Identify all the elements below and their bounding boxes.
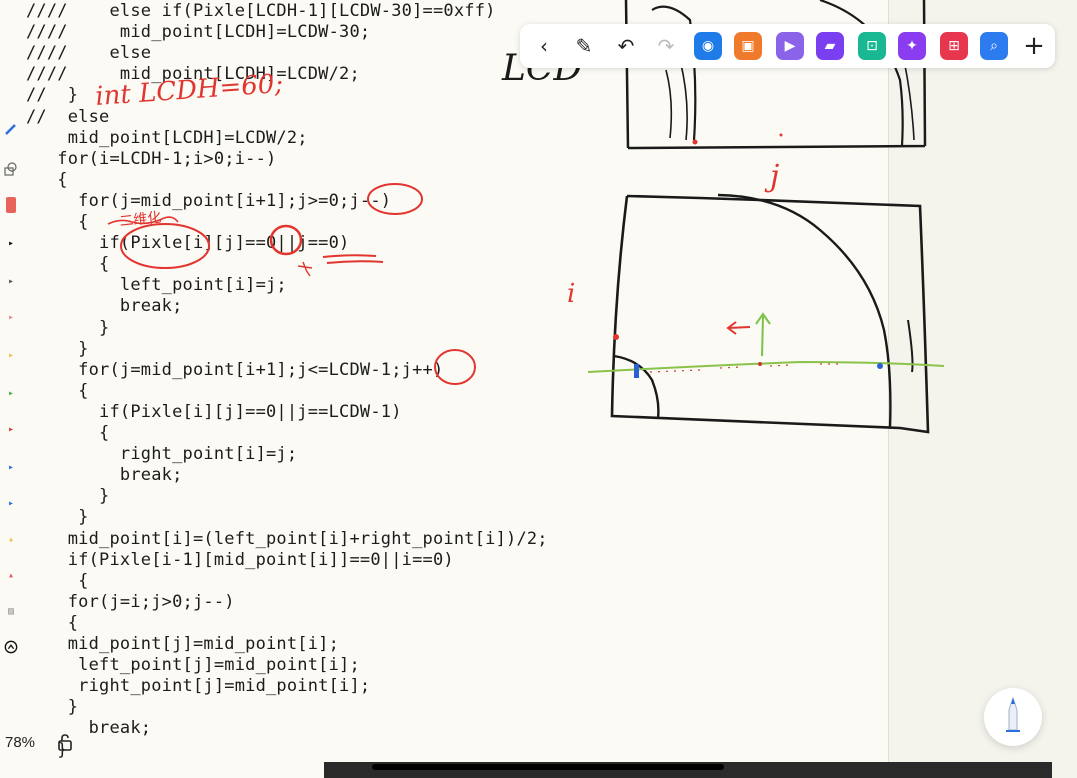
search-icon[interactable]: ⌕ — [980, 32, 1008, 60]
chinese-note: 二维化 — [119, 210, 162, 230]
green-pen-icon[interactable]: ▸ — [4, 386, 18, 400]
handwriting-layer: int LCDH=60; LCD 二维化 j i — [94, 0, 945, 434]
redo-icon[interactable]: ↷ — [652, 32, 680, 60]
lock-icon[interactable] — [56, 733, 74, 751]
yellow-pen-icon[interactable]: ▸ — [4, 348, 18, 362]
image-icon[interactable]: ▣ — [734, 32, 762, 60]
add-icon[interactable]: + — [1020, 31, 1048, 61]
folder-icon[interactable]: ▰ — [816, 32, 844, 60]
grid-icon[interactable]: ⊞ — [940, 32, 968, 60]
circle-zero — [269, 224, 303, 256]
note-canvas[interactable]: //// else if(Pixle[LCDH-1][LCDW-30]==0xf… — [0, 0, 1077, 778]
magic-icon[interactable]: ✦ — [898, 32, 926, 60]
pen-tool-icon[interactable] — [4, 122, 18, 136]
video-icon[interactable]: ▶ — [776, 32, 804, 60]
yellow-marker-icon[interactable]: ▴ — [4, 532, 18, 546]
pink-pen-icon[interactable]: ▸ — [4, 310, 18, 324]
underline-jeq0 — [322, 254, 384, 264]
circle-jminus — [367, 183, 423, 215]
red-marker-icon[interactable]: ▴ — [4, 568, 18, 582]
circle-pixle — [120, 223, 210, 269]
pattern-tool-icon[interactable]: ▨ — [4, 604, 18, 618]
int-lcdh-note: int LCDH=60; — [94, 69, 284, 112]
red-arrow — [726, 321, 751, 335]
blue-pen-icon[interactable]: ▸ — [4, 460, 18, 474]
gray-pen-icon[interactable]: ▸ — [4, 274, 18, 288]
black-pen-icon[interactable]: ▸ — [4, 236, 18, 250]
blue-highlighter-icon[interactable]: ▸ — [4, 496, 18, 510]
floating-toolbar: ‹ ✎ ↶ ↷ ◉ ▣ ▶ ▰ ⊡ ✦ ⊞ ⌕ + — [520, 24, 1055, 68]
lasso-tool-icon[interactable] — [4, 640, 18, 654]
j-label: j — [764, 159, 779, 194]
camera-icon[interactable]: ◉ — [694, 32, 722, 60]
green-arrow — [755, 312, 771, 357]
zoom-level[interactable]: 78% — [0, 730, 40, 754]
red-pen-icon[interactable]: ▸ — [4, 422, 18, 436]
pen-pin-icon[interactable]: ✎ — [570, 32, 598, 60]
undo-icon[interactable]: ↶ — [612, 32, 640, 60]
i-label: i — [567, 279, 575, 309]
tool-rail: ▸ ▸ ▸ ▸ ▸ ▸ ▸ ▸ ▴ ▴ ▨ — [0, 110, 24, 690]
scan-icon[interactable]: ⊡ — [858, 32, 886, 60]
pen-fab-button[interactable] — [984, 688, 1042, 746]
horizontal-scrollbar[interactable] — [372, 764, 724, 770]
circle-jplus — [434, 349, 476, 385]
back-arrow-icon[interactable]: ‹ — [530, 32, 558, 60]
eraser-tool-icon[interactable] — [4, 197, 18, 213]
shapes-tool-icon[interactable] — [4, 162, 18, 176]
